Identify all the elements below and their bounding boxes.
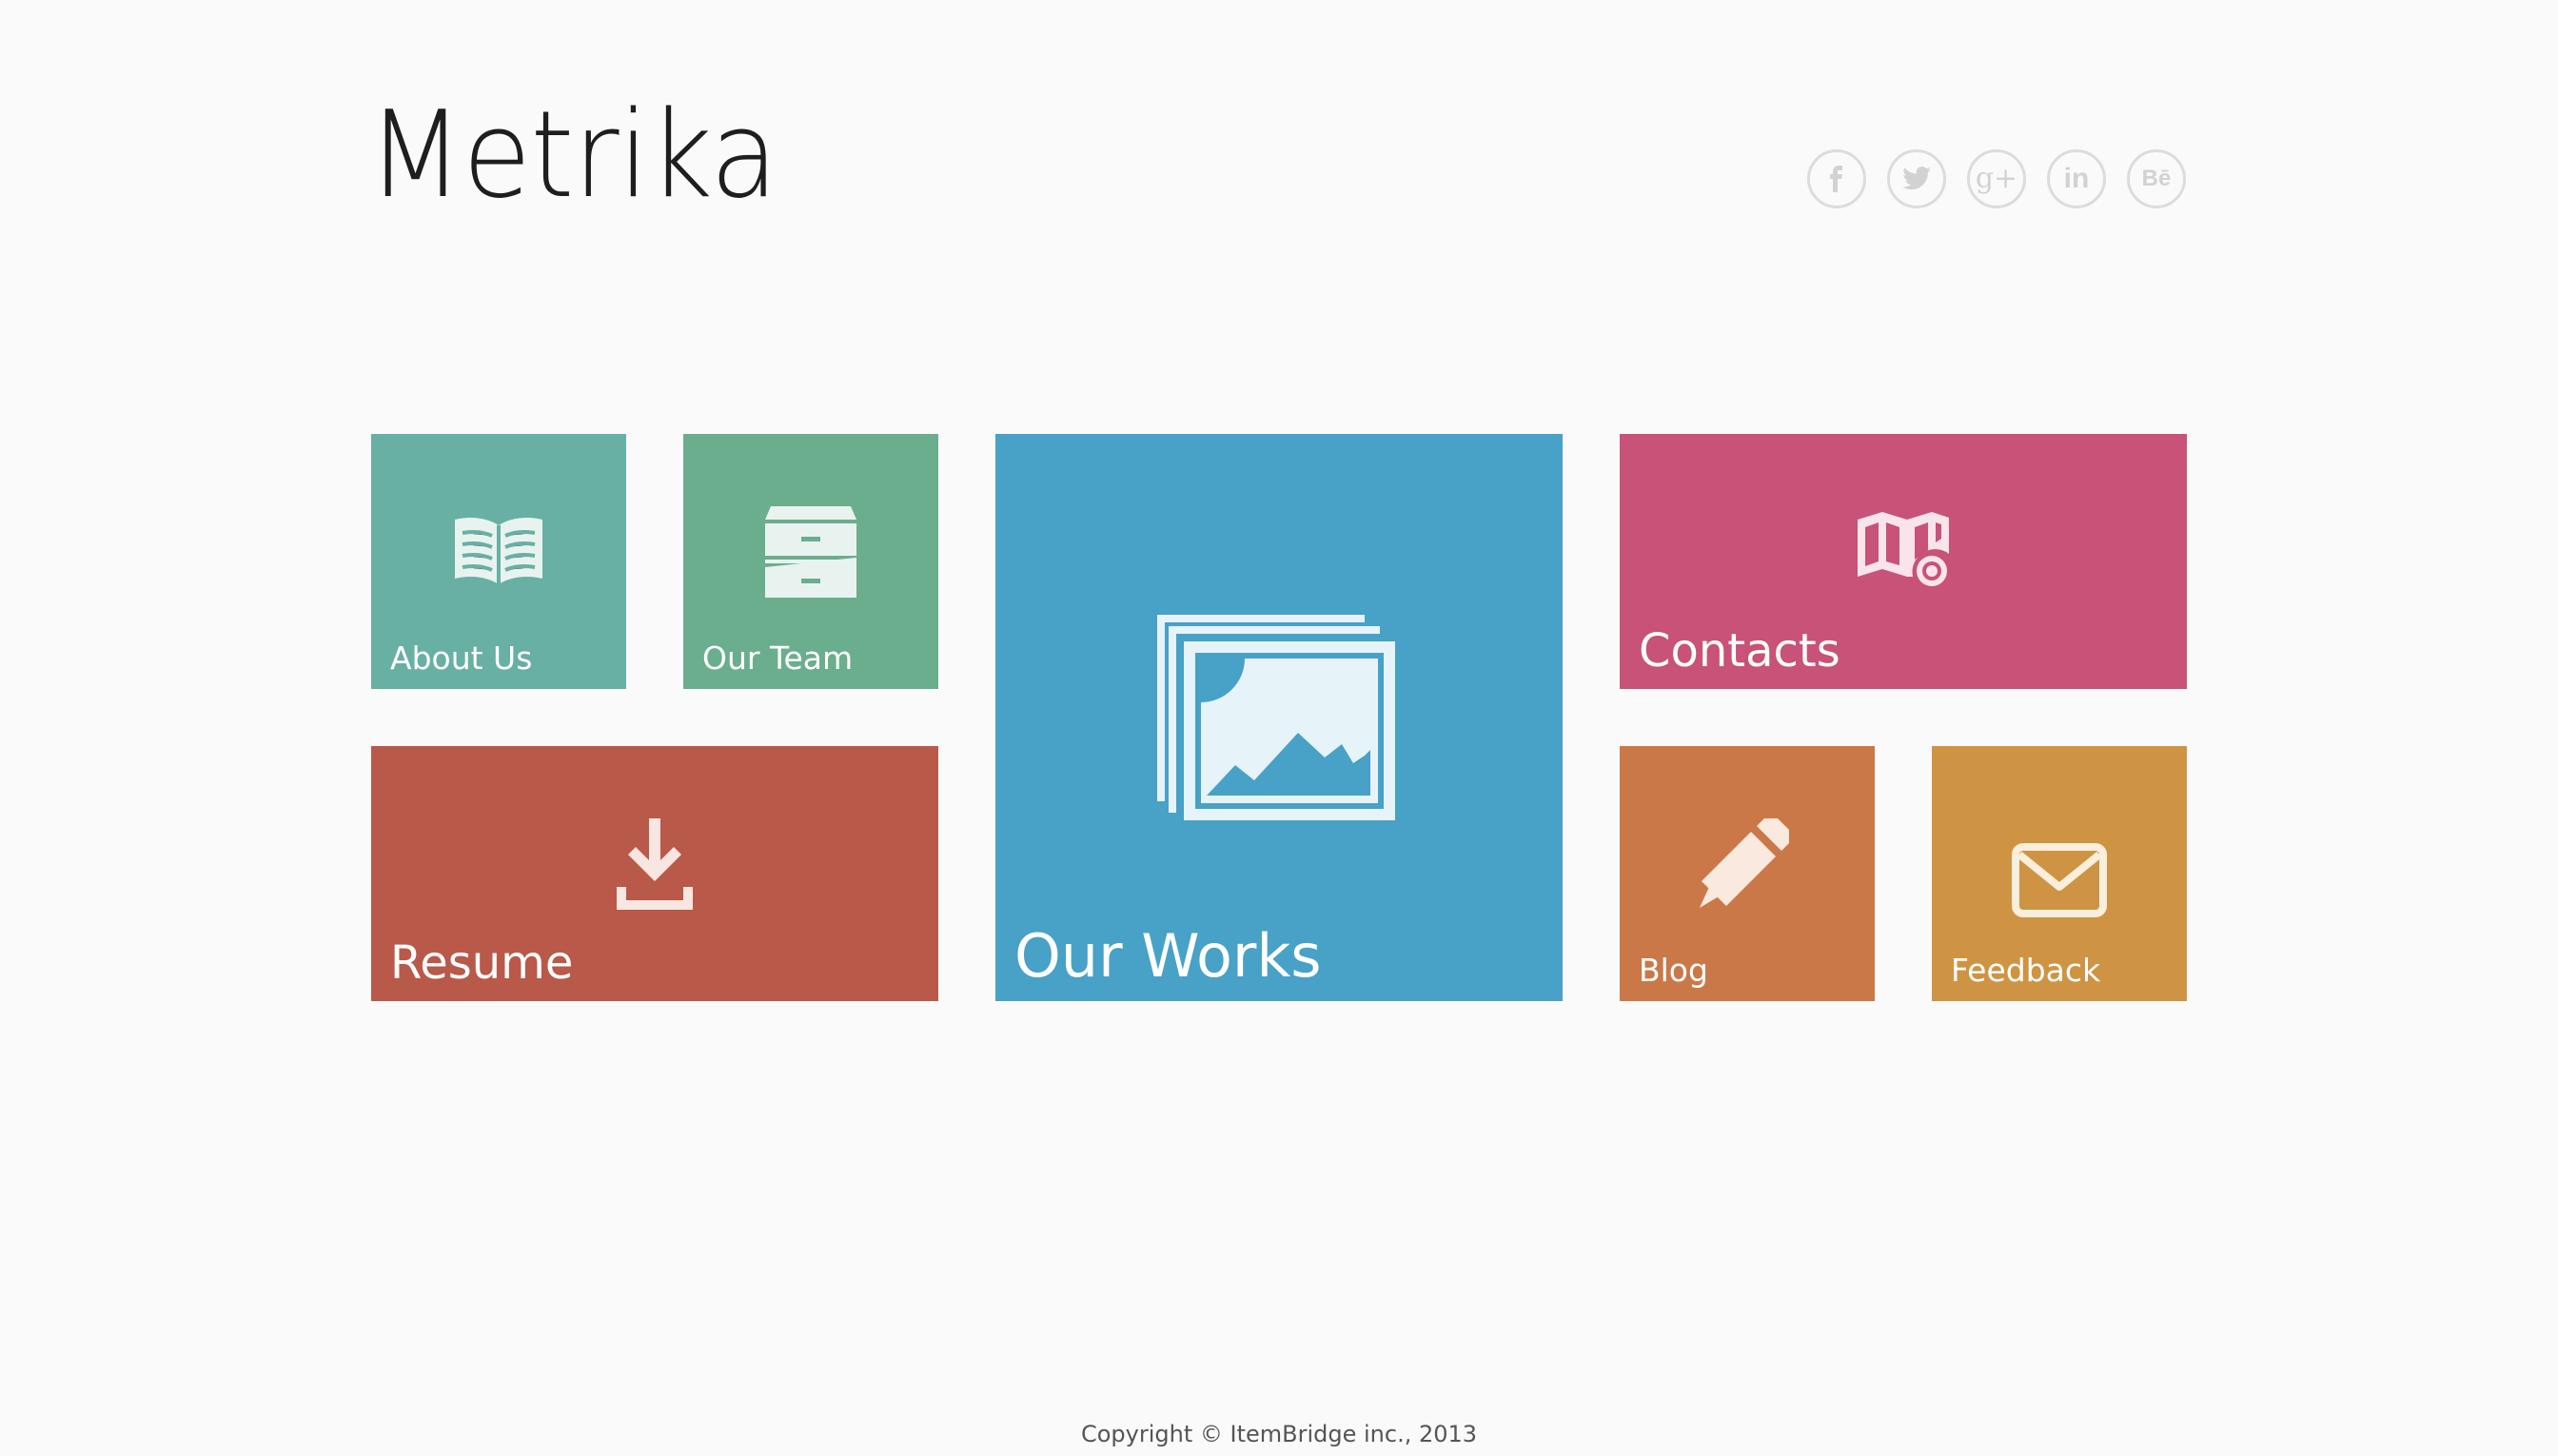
gallery-icon: [1155, 613, 1403, 832]
tile-label: Resume: [390, 936, 574, 990]
tile-label: About Us: [390, 639, 533, 677]
twitter-button[interactable]: [1887, 149, 1946, 208]
tile-label: Our Works: [1014, 921, 1322, 991]
linkedin-icon: in: [2063, 163, 2090, 194]
twitter-icon: [1901, 166, 1932, 192]
tile-feedback[interactable]: Feedback: [1932, 746, 2187, 1001]
tile-label: Our Team: [702, 639, 854, 677]
cabinet-icon: [763, 504, 858, 603]
google-plus-button[interactable]: g+: [1967, 149, 2026, 208]
linkedin-button[interactable]: in: [2047, 149, 2106, 208]
footer-copyright: Copyright © ItemBridge inc., 2013: [1080, 1421, 1478, 1447]
tile-label: Blog: [1639, 952, 1708, 989]
social-links: g+ in Bē: [1807, 149, 2186, 208]
google-plus-icon: g+: [1975, 162, 2018, 195]
behance-icon: Bē: [2141, 166, 2172, 191]
envelope-icon: [2012, 843, 2107, 921]
tile-resume[interactable]: Resume: [371, 746, 938, 1001]
tile-contacts[interactable]: Contacts: [1620, 434, 2187, 689]
tile-blog[interactable]: Blog: [1620, 746, 1875, 1001]
tile-our-team[interactable]: Our Team: [683, 434, 938, 689]
page: Metrika g+ in Bē About Us Our Team Our W…: [0, 0, 2558, 1456]
pencil-icon: [1698, 813, 1795, 914]
site-logo[interactable]: Metrika: [367, 95, 778, 215]
tile-label: Contacts: [1639, 624, 1840, 678]
facebook-icon: [1822, 165, 1851, 193]
download-icon: [615, 817, 695, 915]
tile-our-works[interactable]: Our Works: [995, 434, 1563, 1001]
book-icon: [451, 512, 546, 592]
facebook-button[interactable]: [1807, 149, 1866, 208]
behance-button[interactable]: Bē: [2127, 149, 2186, 208]
tile-about-us[interactable]: About Us: [371, 434, 626, 689]
tile-label: Feedback: [1951, 952, 2101, 989]
map-pin-icon: [1856, 510, 1955, 598]
